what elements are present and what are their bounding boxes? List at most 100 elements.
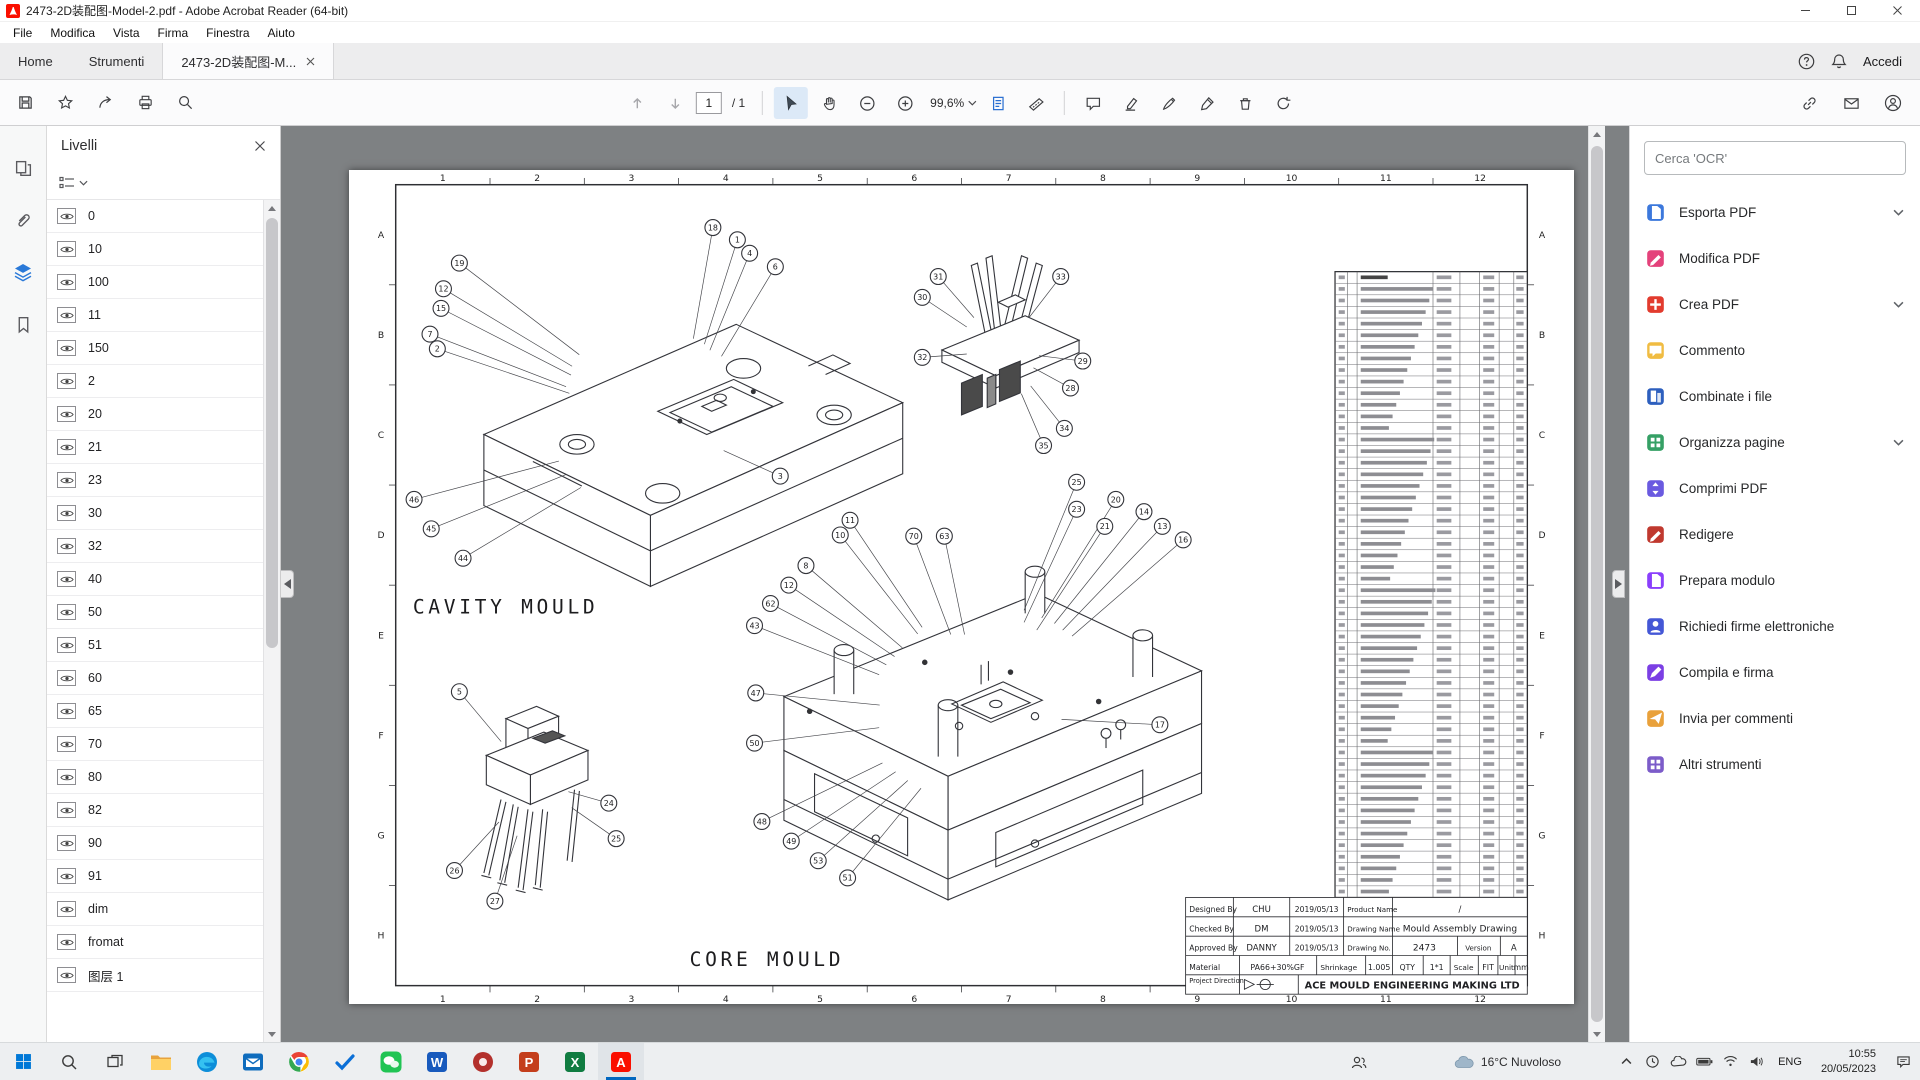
zoom-in-icon[interactable]: [888, 87, 922, 119]
page-display-icon[interactable]: [981, 87, 1015, 119]
battery-icon[interactable]: [1691, 1043, 1717, 1080]
layers-panel-close-icon[interactable]: [254, 140, 266, 152]
layer-row[interactable]: 20: [47, 398, 263, 431]
layer-row[interactable]: 150: [47, 332, 263, 365]
expand-right-panel-icon[interactable]: [1612, 570, 1625, 598]
layer-row[interactable]: 91: [47, 860, 263, 893]
layer-row[interactable]: 图层 1: [47, 959, 263, 992]
zoom-level-dropdown[interactable]: 99,6%: [930, 96, 964, 110]
menu-modifica[interactable]: Modifica: [41, 24, 104, 42]
bookmarks-icon[interactable]: [9, 310, 37, 338]
taskbar-app-check-app[interactable]: [322, 1043, 368, 1080]
scroll-up-icon[interactable]: [264, 200, 280, 216]
select-tool-icon[interactable]: [774, 87, 808, 119]
layer-visibility-eye-icon[interactable]: [57, 208, 76, 224]
layer-row[interactable]: 11: [47, 299, 263, 332]
layers-panel-scrollbar[interactable]: [263, 200, 280, 1042]
layer-row[interactable]: 32: [47, 530, 263, 563]
layer-visibility-eye-icon[interactable]: [57, 637, 76, 653]
network-wifi-icon[interactable]: [1717, 1043, 1743, 1080]
close-button[interactable]: [1874, 0, 1920, 22]
tab-close-icon[interactable]: [306, 57, 315, 66]
tool-item-altri-strumenti[interactable]: Altri strumenti: [1630, 741, 1920, 787]
layer-visibility-eye-icon[interactable]: [57, 934, 76, 950]
clock-tray-icon[interactable]: [1639, 1043, 1665, 1080]
weather-widget[interactable]: 16°C Nuvoloso: [1442, 1055, 1573, 1069]
search-icon[interactable]: [168, 87, 202, 119]
collapse-left-panel-icon[interactable]: [281, 570, 294, 598]
measure-tool-icon[interactable]: [1019, 87, 1053, 119]
layer-row[interactable]: 10: [47, 233, 263, 266]
onedrive-icon[interactable]: [1665, 1043, 1691, 1080]
menu-firma[interactable]: Firma: [149, 24, 198, 42]
minimize-button[interactable]: [1782, 0, 1828, 22]
taskbar-app-powerpoint[interactable]: P: [506, 1043, 552, 1080]
zoom-out-icon[interactable]: [850, 87, 884, 119]
task-view-icon[interactable]: [92, 1043, 138, 1080]
taskbar-clock[interactable]: 10:55 20/05/2023: [1811, 1047, 1886, 1077]
tools-search-input[interactable]: [1655, 151, 1895, 166]
layer-visibility-eye-icon[interactable]: [57, 901, 76, 917]
viewer-scroll-down-icon[interactable]: [1589, 1026, 1605, 1042]
tool-item-crea-pdf[interactable]: Crea PDF: [1630, 281, 1920, 327]
sign-in-button[interactable]: Accedi: [1863, 54, 1902, 69]
notifications-bell-icon[interactable]: [1831, 53, 1847, 70]
taskbar-app-file-explorer[interactable]: [138, 1043, 184, 1080]
taskbar-app-word[interactable]: W: [414, 1043, 460, 1080]
layer-row[interactable]: 100: [47, 266, 263, 299]
layer-visibility-eye-icon[interactable]: [57, 835, 76, 851]
viewer-scrollbar-thumb[interactable]: [1591, 146, 1603, 1022]
save-icon[interactable]: [8, 87, 42, 119]
layer-row[interactable]: 30: [47, 497, 263, 530]
viewer-scrollbar[interactable]: [1588, 126, 1605, 1042]
layers-icon[interactable]: [9, 258, 37, 286]
tool-item-modifica-pdf[interactable]: Modifica PDF: [1630, 235, 1920, 281]
profile-icon[interactable]: [1876, 87, 1910, 119]
maximize-button[interactable]: [1828, 0, 1874, 22]
layer-row[interactable]: 40: [47, 563, 263, 596]
layer-visibility-eye-icon[interactable]: [57, 769, 76, 785]
layer-visibility-eye-icon[interactable]: [57, 670, 76, 686]
tool-item-invia-per-commenti[interactable]: Invia per commenti: [1630, 695, 1920, 741]
tool-item-organizza-pagine[interactable]: Organizza pagine: [1630, 419, 1920, 465]
layer-visibility-eye-icon[interactable]: [57, 604, 76, 620]
sign-pen-icon[interactable]: [1152, 87, 1186, 119]
share-icon[interactable]: [88, 87, 122, 119]
layer-visibility-eye-icon[interactable]: [57, 868, 76, 884]
tool-item-compila-e-firma[interactable]: Compila e firma: [1630, 649, 1920, 695]
tab-document[interactable]: 2473-2D装配图-M...: [162, 43, 334, 79]
taskbar-search-icon[interactable]: [46, 1043, 92, 1080]
print-icon[interactable]: [128, 87, 162, 119]
layer-visibility-eye-icon[interactable]: [57, 505, 76, 521]
tool-item-prepara-modulo[interactable]: Prepara modulo: [1630, 557, 1920, 603]
help-icon[interactable]: [1798, 53, 1815, 70]
layer-row[interactable]: 90: [47, 827, 263, 860]
tool-item-redigere[interactable]: Redigere: [1630, 511, 1920, 557]
layer-visibility-eye-icon[interactable]: [57, 571, 76, 587]
layer-row[interactable]: 82: [47, 794, 263, 827]
comment-icon[interactable]: [1076, 87, 1110, 119]
layer-row[interactable]: 23: [47, 464, 263, 497]
layer-row[interactable]: 60: [47, 662, 263, 695]
layers-options-button[interactable]: [47, 166, 280, 200]
taskbar-app-edge[interactable]: [184, 1043, 230, 1080]
layer-visibility-eye-icon[interactable]: [57, 538, 76, 554]
previous-page-icon[interactable]: [620, 87, 654, 119]
layer-visibility-eye-icon[interactable]: [57, 472, 76, 488]
hidden-icons-chevron[interactable]: [1613, 1043, 1639, 1080]
layer-row[interactable]: 65: [47, 695, 263, 728]
delete-pages-icon[interactable]: [1228, 87, 1262, 119]
taskbar-app-red-app[interactable]: [460, 1043, 506, 1080]
email-icon[interactable]: [1834, 87, 1868, 119]
layer-visibility-eye-icon[interactable]: [57, 802, 76, 818]
chevron-down-icon[interactable]: [1893, 439, 1904, 446]
taskbar-app-acrobat[interactable]: A: [598, 1043, 644, 1080]
tool-item-commento[interactable]: Commento: [1630, 327, 1920, 373]
people-icon[interactable]: [1346, 1043, 1372, 1080]
menu-aiuto[interactable]: Aiuto: [259, 24, 304, 42]
layer-row[interactable]: 51: [47, 629, 263, 662]
menu-file[interactable]: File: [4, 24, 41, 42]
tab-tools[interactable]: Strumenti: [71, 43, 163, 79]
action-center-icon[interactable]: [1886, 1043, 1920, 1080]
highlighter-icon[interactable]: [1114, 87, 1148, 119]
